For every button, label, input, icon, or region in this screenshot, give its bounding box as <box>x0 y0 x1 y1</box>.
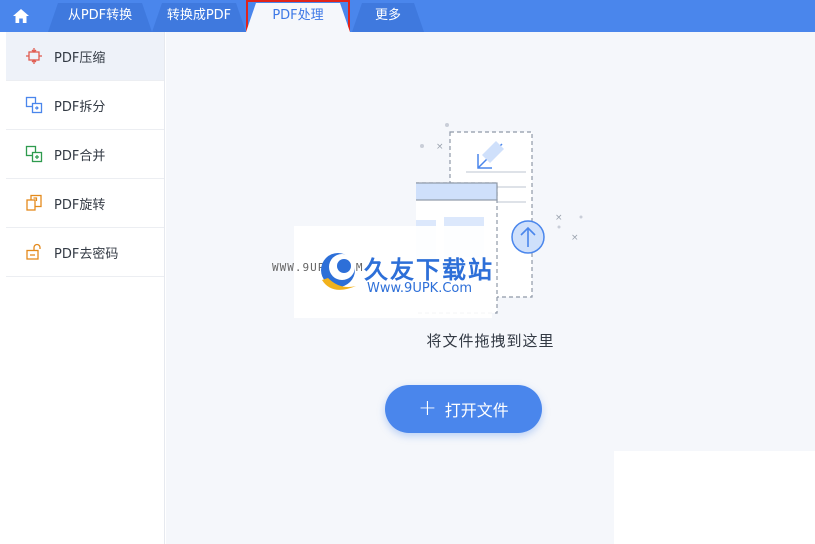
sidebar-item-label: PDF去密码 <box>54 246 119 262</box>
sidebar-item-merge[interactable]: PDF合并 <box>6 130 164 179</box>
tab-label: 从PDF转换 <box>67 8 133 23</box>
drop-hint-text: 将文件拖拽到这里 <box>426 332 555 350</box>
tab-to-pdf[interactable]: 转换成PDF <box>152 0 246 32</box>
sidebar-item-split[interactable]: PDF拆分 <box>6 81 164 130</box>
sidebar-item-remove-password[interactable]: PDF去密码 <box>6 228 164 277</box>
watermark-logo-icon <box>321 253 356 290</box>
sidebar-item-label: PDF拆分 <box>54 99 106 115</box>
sidebar-item-compress[interactable]: PDF压缩 <box>6 32 164 81</box>
compress-icon <box>24 46 44 66</box>
home-icon <box>13 9 29 23</box>
drop-zone[interactable]: × × × 将文件拖拽到这里 + 打开文件 <box>166 32 815 544</box>
tab-from-pdf[interactable]: 从PDF转换 <box>48 0 152 32</box>
open-file-label: 打开文件 <box>444 401 509 420</box>
sidebar: PDF压缩 PDF拆分 PDF合并 PDF旋转 PDF去密码 <box>6 32 165 544</box>
svg-text:×: × <box>436 142 444 152</box>
tab-label: PDF处理 <box>272 8 324 23</box>
plus-icon: + <box>418 396 437 421</box>
sidebar-item-label: PDF合并 <box>54 148 106 164</box>
merge-icon <box>24 144 44 164</box>
sidebar-item-label: PDF压缩 <box>54 50 106 66</box>
split-icon <box>24 95 44 115</box>
tab-label: 更多 <box>374 8 401 23</box>
sidebar-item-label: PDF旋转 <box>54 197 106 213</box>
tab-more[interactable]: 更多 <box>352 0 424 32</box>
tab-pdf-process[interactable]: PDF处理 <box>246 0 350 32</box>
sidebar-item-rotate[interactable]: PDF旋转 <box>6 179 164 228</box>
open-file-button[interactable]: + 打开文件 <box>385 385 542 433</box>
top-tab-bar: 从PDF转换 转换成PDF PDF处理 更多 <box>0 0 815 32</box>
app-window: 从PDF转换 转换成PDF PDF处理 更多 PDF压缩 PDF拆分 PDF合并… <box>0 0 815 544</box>
tab-label: 转换成PDF <box>166 8 232 23</box>
watermark-title: 久友下载站 <box>364 256 494 284</box>
unlock-icon <box>24 242 44 262</box>
blank-overlay <box>614 451 815 544</box>
watermark-url: Www.9UPK.Com <box>367 281 473 296</box>
home-button[interactable] <box>0 0 42 32</box>
svg-text:×: × <box>571 233 579 243</box>
rotate-icon <box>24 193 44 213</box>
svg-text:×: × <box>555 213 563 223</box>
